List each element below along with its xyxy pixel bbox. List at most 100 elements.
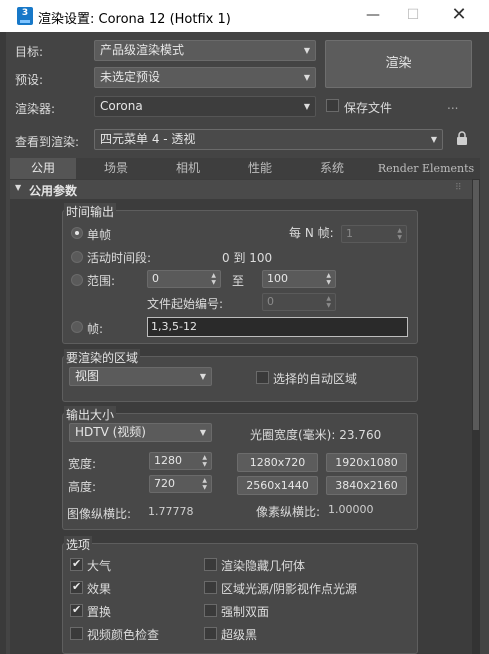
dropdown-arrow-icon: ▼ (199, 372, 206, 381)
single-frame-label: 单帧 (87, 228, 112, 242)
effects-checkbox[interactable] (70, 580, 83, 594)
frames-input[interactable]: 1,3,5-12 (147, 317, 408, 337)
range-from-value: 0 (152, 272, 159, 285)
target-label: 目标: (15, 45, 44, 59)
render-area-value: 视图 (75, 369, 100, 383)
preset-1920x1080-button[interactable]: 1920x1080 (326, 453, 407, 472)
height-value: 720 (154, 477, 175, 490)
spinner-arrows-icon: ▲ ▼ (202, 454, 207, 468)
tab-bar: 公用 场景 相机 性能 系统 Render Elements (10, 158, 480, 179)
preset-2560x1440-button[interactable]: 2560x1440 (237, 476, 318, 495)
view-to-render-dropdown[interactable]: 四元菜单 4 - 透视 ▼ (94, 129, 443, 150)
dropdown-arrow-icon: ▼ (303, 46, 310, 55)
tab-label: 公用 (30, 161, 55, 175)
video-color-check-checkbox[interactable] (70, 627, 83, 640)
tab-common[interactable]: 公用 (10, 158, 76, 179)
range-label: 范围: (87, 274, 116, 288)
renderer-label: 渲染器: (15, 102, 56, 116)
active-segment-label: 活动时间段: (87, 251, 152, 265)
spinner-arrows-icon: ▲ ▼ (202, 477, 207, 491)
width-label: 宽度: (68, 457, 97, 471)
atmospherics-label: 大气 (87, 559, 112, 573)
tab-scene[interactable]: 场景 (82, 158, 150, 179)
collapse-arrow-icon: ▼ (15, 183, 22, 192)
dropdown-arrow-icon: ▼ (303, 73, 310, 82)
window-title: 渲染设置: Corona 12 (Hotfix 1) (38, 12, 231, 27)
tab-label: 场景 (103, 161, 128, 175)
tab-render-elements[interactable]: Render Elements (372, 158, 480, 179)
rollout-title: 公用参数 (29, 184, 78, 198)
displacement-label: 置换 (87, 605, 112, 619)
lock-icon[interactable] (456, 131, 468, 145)
time-output-title: 时间输出 (64, 203, 117, 220)
spinner-arrows-icon: ▲ ▼ (397, 227, 402, 241)
render-area-title: 要渲染的区域 (64, 349, 141, 366)
height-label: 高度: (68, 480, 97, 494)
pixel-aspect-label: 像素纵横比: (256, 505, 321, 519)
super-black-label: 超级黑 (221, 628, 258, 642)
scrollbar-thumb[interactable] (473, 180, 479, 430)
auto-region-checkbox[interactable] (256, 371, 269, 384)
renderer-dropdown[interactable]: Corona ▼ (94, 96, 316, 117)
dropdown-arrow-icon: ▼ (303, 102, 310, 111)
displacement-checkbox[interactable] (70, 603, 83, 617)
width-value: 1280 (154, 454, 182, 467)
renderer-value: Corona (100, 99, 143, 113)
tab-label: 性能 (247, 161, 272, 175)
target-dropdown[interactable]: 产品级渲染模式 ▼ (94, 40, 316, 61)
range-to-value: 100 (267, 272, 288, 285)
preset-1280x720-button[interactable]: 1280x720 (237, 453, 318, 472)
frames-radio[interactable] (71, 321, 83, 333)
title-bar: 3 渲染设置: Corona 12 (Hotfix 1) — ☐ ✕ (0, 0, 489, 32)
save-file-checkbox[interactable] (326, 99, 339, 112)
height-spinner[interactable]: 720 ▲ ▼ (149, 475, 212, 493)
effects-label: 效果 (87, 582, 112, 596)
render-hidden-geometry-label: 渲染隐藏几何体 (221, 559, 306, 573)
atmospherics-checkbox[interactable] (70, 557, 83, 571)
output-format-dropdown[interactable]: HDTV (视频) ▼ (69, 423, 212, 442)
range-from-spinner[interactable]: 0 ▲ ▼ (147, 270, 221, 288)
width-spinner[interactable]: 1280 ▲ ▼ (149, 452, 212, 470)
file-start-number-spinner[interactable]: 0 ▲ ▼ (262, 293, 336, 311)
target-value: 产品级渲染模式 (100, 43, 185, 57)
range-to-spinner[interactable]: 100 ▲ ▼ (262, 270, 336, 288)
aperture-width-label: 光圈宽度(毫米): 23.760 (250, 428, 382, 442)
common-params-rollout-header[interactable]: ▼ 公用参数 ⠿ (10, 180, 472, 199)
dropdown-arrow-icon: ▼ (430, 135, 437, 144)
browse-more-button[interactable]: ... (447, 98, 458, 112)
image-aspect-label: 图像纵横比: (67, 507, 132, 521)
spinner-arrows-icon: ▲ ▼ (211, 272, 216, 286)
dropdown-arrow-icon: ▼ (199, 428, 206, 437)
tab-camera[interactable]: 相机 (154, 158, 222, 179)
tab-system[interactable]: 系统 (298, 158, 366, 179)
single-frame-radio[interactable] (71, 227, 83, 239)
range-radio[interactable] (71, 274, 83, 286)
file-start-number-value: 0 (267, 295, 274, 308)
preset-dropdown[interactable]: 未选定预设 ▼ (94, 67, 316, 88)
save-file-label: 保存文件 (344, 101, 393, 115)
pixel-aspect-value[interactable]: 1.00000 (328, 503, 374, 516)
file-start-number-label: 文件起始编号: (147, 297, 224, 311)
force-2-sided-checkbox[interactable] (204, 604, 217, 617)
tab-label: Render Elements (377, 162, 475, 175)
area-lights-as-points-checkbox[interactable] (204, 581, 217, 594)
render-area-dropdown[interactable]: 视图 ▼ (69, 367, 212, 386)
tab-performance[interactable]: 性能 (226, 158, 294, 179)
every-n-frames-spinner[interactable]: 1 ▲ ▼ (341, 225, 407, 243)
output-format-value: HDTV (视频) (75, 425, 146, 439)
active-segment-radio[interactable] (71, 251, 83, 263)
super-black-checkbox[interactable] (204, 627, 217, 640)
active-segment-range: 0 到 100 (222, 251, 273, 265)
tab-label: 系统 (319, 161, 344, 175)
preset-label: 预设: (15, 73, 44, 87)
area-lights-as-points-label: 区域光源/阴影视作点光源 (221, 582, 358, 596)
preset-3840x2160-button[interactable]: 3840x2160 (326, 476, 407, 495)
every-n-frames-label: 每 N 帧: (289, 226, 334, 240)
3dsmax-app-icon: 3 (17, 7, 33, 25)
image-aspect-value[interactable]: 1.77778 (148, 505, 194, 518)
maximize-button[interactable]: ☐ (390, 0, 436, 32)
render-button[interactable]: 渲染 (325, 40, 472, 88)
render-hidden-geometry-checkbox[interactable] (204, 558, 217, 571)
close-button[interactable]: ✕ (436, 0, 482, 32)
preset-value: 未选定预设 (100, 70, 161, 84)
